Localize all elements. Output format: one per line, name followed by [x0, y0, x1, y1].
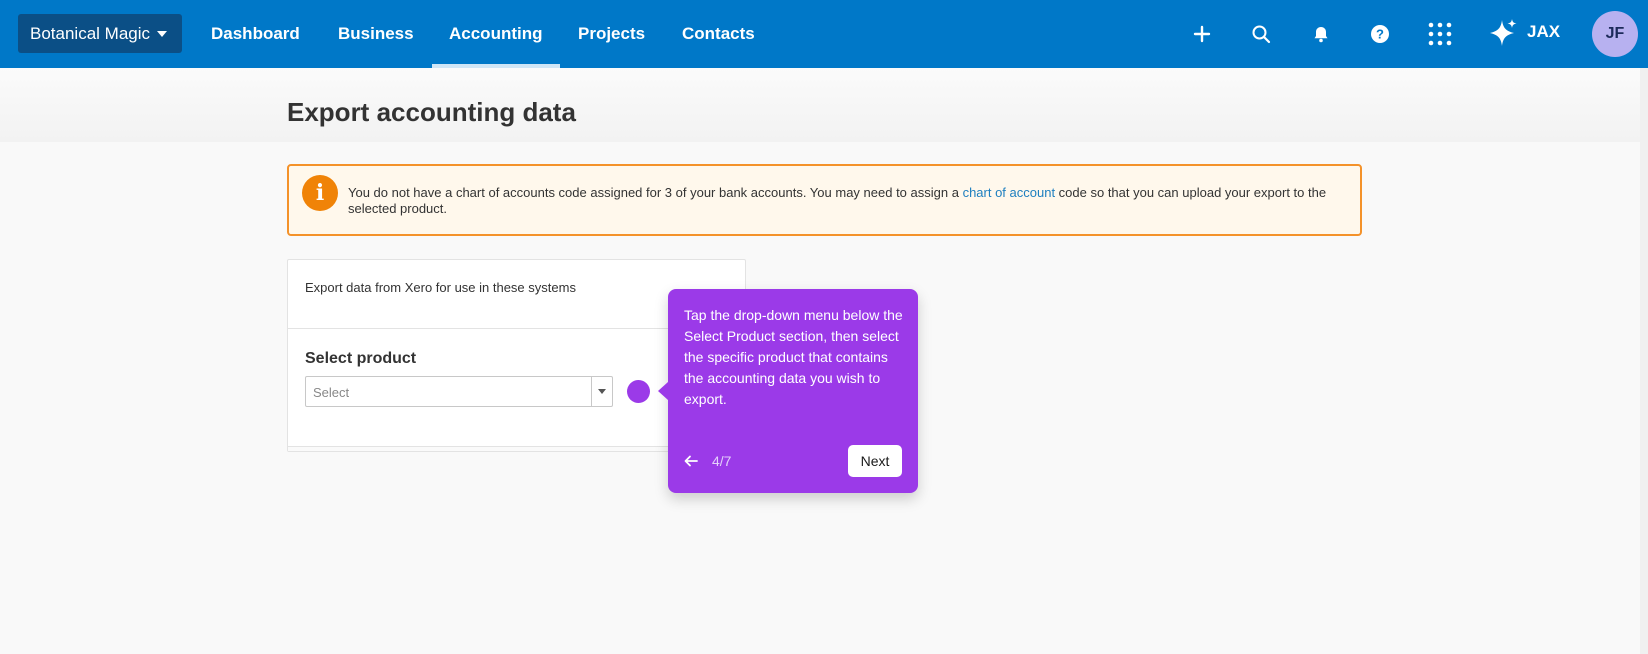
sparkle-icon[interactable]: [1490, 18, 1518, 48]
info-icon: i: [302, 175, 338, 211]
nav-dashboard[interactable]: Dashboard: [211, 0, 300, 68]
nav-projects-label: Projects: [578, 24, 646, 43]
organisation-switcher[interactable]: Botanical Magic: [18, 14, 182, 53]
page-title: Export accounting data: [287, 97, 576, 127]
caret-down-icon: [157, 30, 168, 37]
scrollbar[interactable]: [1640, 68, 1648, 654]
page-header-band: [0, 68, 1648, 142]
select-placeholder: Select: [313, 385, 350, 400]
select-product-dropdown[interactable]: Select: [305, 376, 613, 407]
tooltip-step-counter: 4/7: [712, 453, 732, 469]
nav-business[interactable]: Business: [338, 0, 414, 68]
chart-of-account-link[interactable]: chart of account: [963, 185, 1056, 200]
search-icon[interactable]: [1246, 19, 1276, 49]
avatar[interactable]: JF: [1592, 11, 1638, 57]
apps-grid-icon[interactable]: [1425, 19, 1455, 49]
tooltip-text: Tap the drop-down menu below the Select …: [684, 307, 903, 407]
nav-contacts[interactable]: Contacts: [682, 0, 755, 68]
nav-accounting[interactable]: Accounting: [432, 0, 559, 68]
arrow-left-icon[interactable]: [682, 452, 700, 470]
nav-business-label: Business: [338, 24, 414, 43]
guide-tooltip: Tap the drop-down menu below the Select …: [658, 289, 918, 493]
warning-alert: i You do not have a chart of accounts co…: [287, 164, 1362, 236]
nav-projects[interactable]: Projects: [578, 0, 645, 68]
alert-text-before: You do not have a chart of accounts code…: [348, 185, 963, 200]
nav-dashboard-label: Dashboard: [211, 24, 300, 43]
tour-beacon-dot[interactable]: [627, 380, 650, 403]
chevron-down-icon[interactable]: [591, 377, 612, 406]
nav-contacts-label: Contacts: [682, 24, 755, 43]
nav-accounting-label: Accounting: [449, 24, 543, 43]
svg-text:?: ?: [1376, 27, 1384, 42]
plus-icon[interactable]: [1187, 19, 1217, 49]
next-button[interactable]: Next: [848, 445, 902, 477]
top-navigation-bar: Botanical Magic Dashboard Business Accou…: [0, 0, 1648, 68]
bell-icon[interactable]: [1306, 19, 1336, 49]
organisation-name: Botanical Magic: [30, 23, 151, 43]
help-icon[interactable]: ?: [1365, 19, 1395, 49]
alert-message: You do not have a chart of accounts code…: [348, 185, 1348, 217]
assistant-label[interactable]: JAX: [1527, 22, 1560, 42]
card-description: Export data from Xero for use in these s…: [305, 280, 576, 295]
select-product-label: Select product: [305, 350, 417, 367]
